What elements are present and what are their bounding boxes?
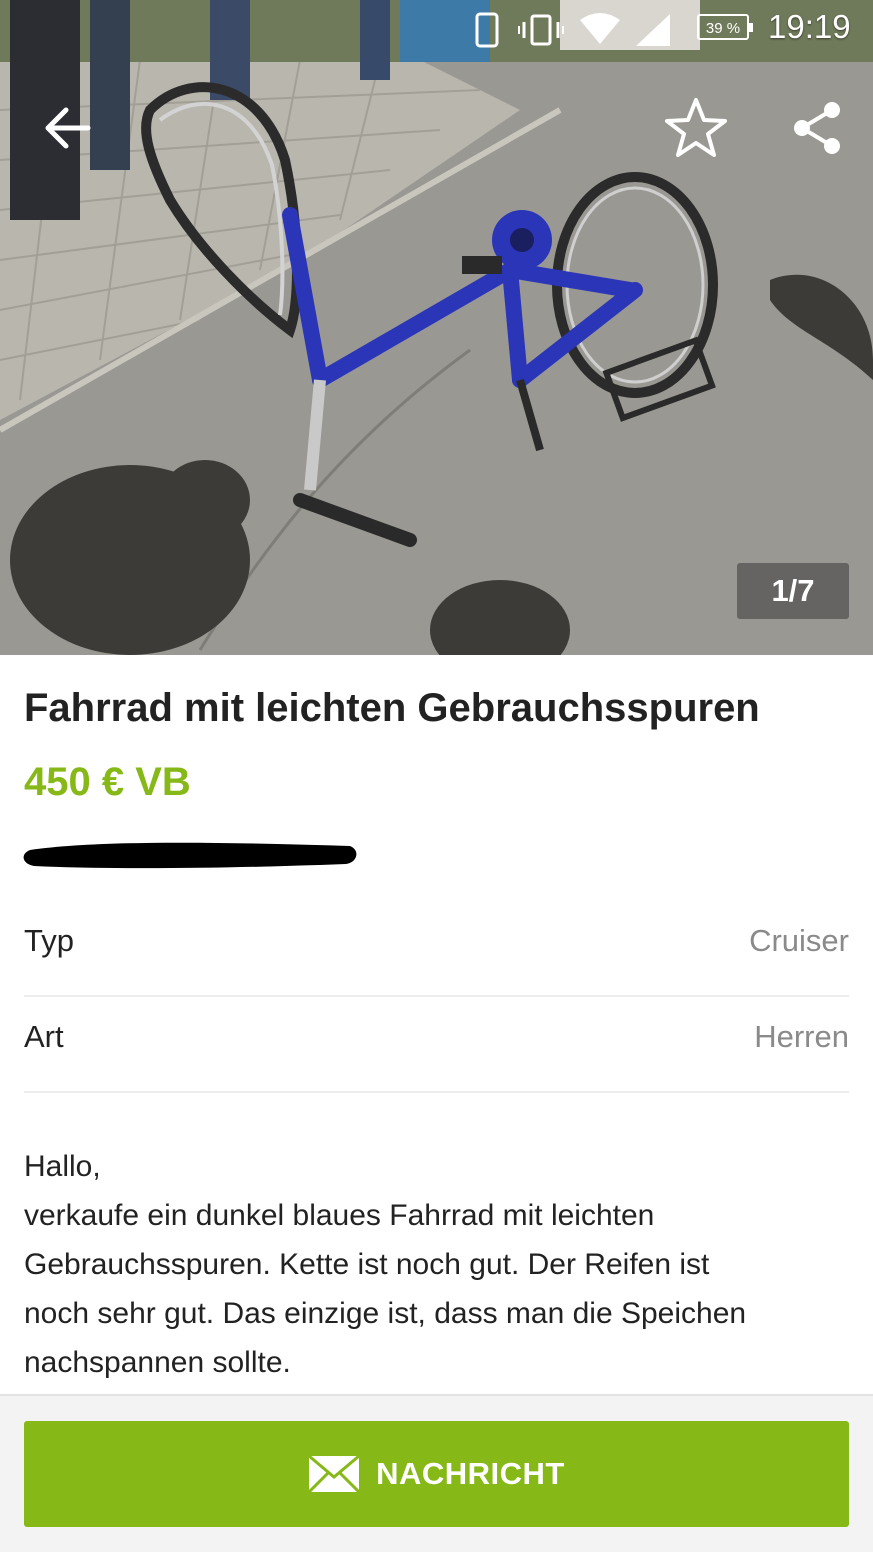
description-line: Hallo,	[24, 1150, 101, 1183]
bicycle-photo	[0, 0, 873, 655]
listing-photo[interactable]: 39 % 19:19 1/7	[0, 0, 873, 655]
listing-description: Hallo, verkaufe ein dunkel blaues Fahrra…	[24, 1142, 854, 1387]
attribute-row-typ: Typ Cruiser	[24, 899, 849, 997]
image-counter: 1/7	[737, 563, 849, 619]
description-line: noch sehr gut. Das einzige ist, dass man…	[24, 1297, 747, 1330]
message-button[interactable]: NACHRICHT	[24, 1421, 849, 1527]
battery-indicator: 39 %	[697, 14, 753, 40]
status-bar: 39 % 19:19	[0, 0, 873, 58]
listing-screen: 39 % 19:19 1/7 Fahrrad mit leichten Gebr…	[0, 0, 873, 1552]
star-outline-icon	[665, 98, 727, 157]
description-line: verkaufe ein dunkel blaues Fahrrad mit l…	[24, 1199, 655, 1232]
attribute-label: Art	[24, 1019, 64, 1054]
message-button-label: NACHRICHT	[376, 1456, 565, 1491]
description-line: Gebrauchsspuren. Kette ist noch gut. Der…	[24, 1248, 710, 1281]
signal-icon	[636, 14, 670, 46]
listing-price: 450 € VB	[24, 760, 191, 804]
listing-title: Fahrrad mit leichten Gebrauchsspuren	[24, 686, 760, 730]
wifi-icon	[580, 13, 620, 44]
phone-outline-icon	[475, 12, 499, 48]
status-time: 19:19	[768, 8, 851, 45]
description-line: nachspannen sollte.	[24, 1346, 291, 1379]
arrow-left-icon	[45, 107, 91, 149]
redacted-location	[23, 842, 357, 869]
back-button[interactable]	[36, 96, 100, 160]
vibrate-icon	[518, 14, 564, 46]
envelope-icon	[308, 1455, 361, 1493]
favorite-button[interactable]	[662, 94, 730, 162]
attribute-value: Herren	[754, 1019, 849, 1054]
share-icon	[794, 102, 840, 154]
attribute-value: Cruiser	[749, 923, 849, 958]
attribute-row-art: Art Herren	[24, 995, 849, 1093]
attribute-label: Typ	[24, 923, 74, 958]
share-button[interactable]	[786, 96, 850, 160]
